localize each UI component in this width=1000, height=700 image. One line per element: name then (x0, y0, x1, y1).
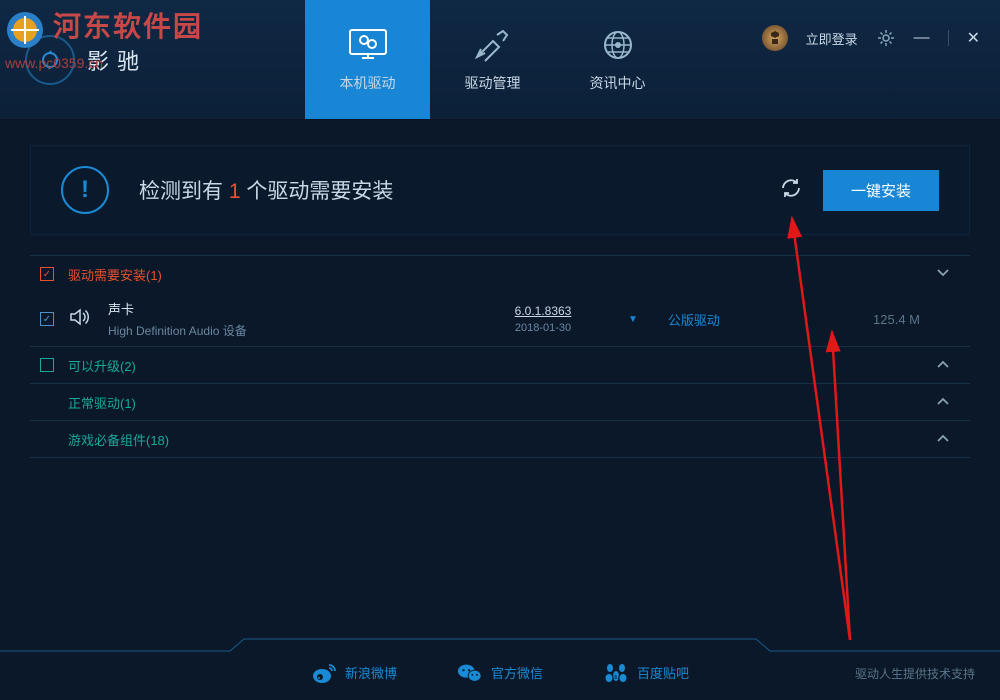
divider (948, 30, 949, 46)
monitor-icon (346, 27, 390, 63)
driver-type-link[interactable]: 公版驱动 (668, 310, 748, 329)
settings-button[interactable] (876, 28, 896, 48)
section-game-components[interactable]: 游戏必备组件(18) (30, 421, 970, 457)
chevron-up-icon (936, 432, 950, 446)
footer: 新浪微博 官方微信 du 百度贴吧 驱动人生提供技术支持 (0, 645, 1000, 700)
footer-credit: 驱动人生提供技术支持 (855, 665, 975, 682)
minimize-button[interactable]: — (914, 29, 930, 47)
nav-label: 本机驱动 (340, 73, 396, 93)
driver-name: 声卡 High Definition Audio 设备 (108, 299, 488, 339)
section-need-install[interactable]: 驱动需要安装(1) (30, 256, 970, 292)
nav-local-drivers[interactable]: 本机驱动 (305, 0, 430, 119)
user-avatar-icon[interactable] (762, 25, 788, 51)
install-all-button[interactable]: 一键安装 (823, 170, 939, 211)
weibo-icon (311, 660, 337, 686)
main-nav: 本机驱动 驱动管理 资讯中心 (305, 0, 680, 119)
chevron-up-icon (936, 395, 950, 409)
alert-banner: ! 检测到有 1 个驱动需要安装 一键安装 (30, 145, 970, 235)
driver-version: 6.0.1.8363 2018-01-30 (488, 304, 598, 334)
driver-size: 125.4 M (873, 312, 920, 327)
svg-text:du: du (613, 675, 620, 681)
globe-icon (596, 27, 640, 63)
alert-message: 检测到有 1 个驱动需要安装 (139, 175, 779, 205)
header-controls: 立即登录 — ✕ (762, 25, 980, 51)
section-checkbox[interactable] (40, 358, 54, 372)
driver-checkbox[interactable] (40, 312, 54, 326)
social-tieba[interactable]: du 百度贴吧 (603, 660, 689, 686)
login-link[interactable]: 立即登录 (806, 29, 858, 48)
driver-list: 驱动需要安装(1) 声卡 High Definition Audio 设备 6.… (0, 255, 1000, 458)
watermark-overlay: 河东软件园 www.pc0359.cn (5, 5, 203, 71)
section-checkbox[interactable] (40, 267, 54, 281)
close-button[interactable]: ✕ (967, 28, 980, 48)
section-upgradable[interactable]: 可以升级(2) (30, 347, 970, 383)
nav-label: 驱动管理 (465, 73, 521, 93)
nav-news[interactable]: 资讯中心 (555, 0, 680, 119)
driver-row: 声卡 High Definition Audio 设备 6.0.1.8363 2… (30, 292, 970, 346)
refresh-button[interactable] (779, 176, 803, 205)
chevron-up-icon (936, 358, 950, 372)
speaker-icon (68, 306, 90, 333)
alert-icon: ! (61, 166, 109, 214)
section-normal[interactable]: 正常驱动(1) (30, 384, 970, 420)
social-weibo[interactable]: 新浪微博 (311, 660, 397, 686)
chevron-down-icon (936, 267, 950, 281)
nav-driver-manage[interactable]: 驱动管理 (430, 0, 555, 119)
version-dropdown[interactable]: ▼ (628, 314, 638, 325)
social-wechat[interactable]: 官方微信 (457, 660, 543, 686)
tieba-icon: du (603, 660, 629, 686)
tools-icon (471, 27, 515, 63)
nav-label: 资讯中心 (590, 73, 646, 93)
wechat-icon (457, 660, 483, 686)
window-controls: — ✕ (914, 28, 980, 48)
